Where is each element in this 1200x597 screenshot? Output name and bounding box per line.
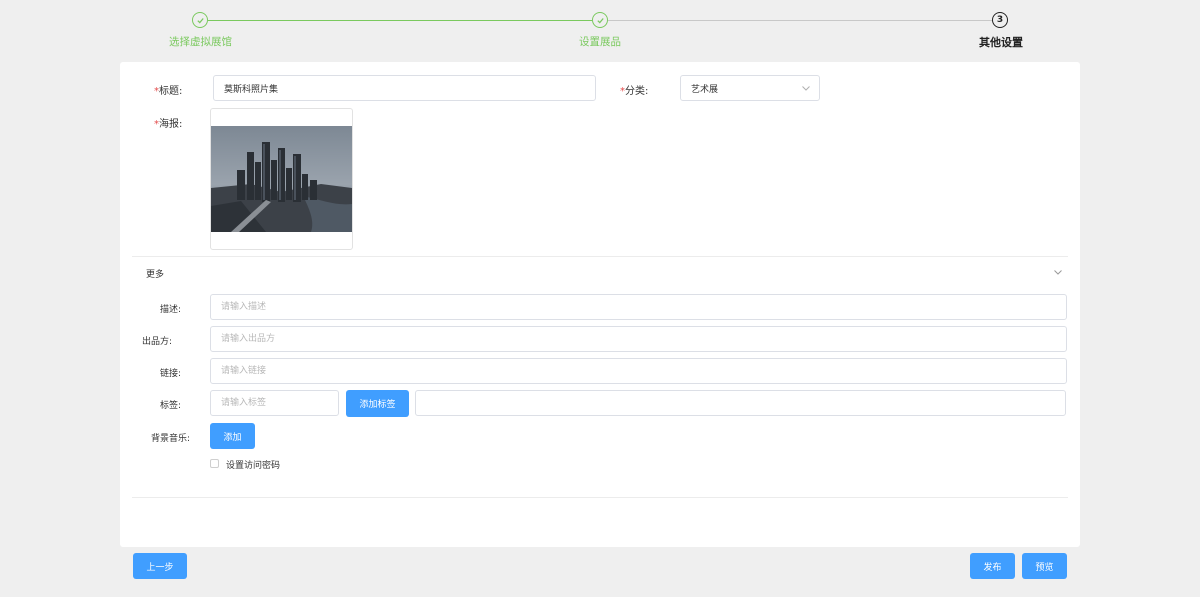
add-tag-button[interactable]: 添加标签 bbox=[346, 390, 409, 417]
poster-label: *海报: bbox=[154, 119, 183, 130]
description-input[interactable] bbox=[210, 294, 1067, 320]
steps-bar: 3 选择虚拟展馆 设置展品 其他设置 bbox=[0, 0, 1200, 55]
prev-step-button[interactable]: 上一步 bbox=[133, 553, 187, 579]
category-value: 艺术展 bbox=[691, 84, 719, 95]
chevron-down-icon bbox=[802, 85, 810, 91]
category-label: *分类: bbox=[620, 86, 649, 97]
step-1-label: 选择虚拟展馆 bbox=[169, 36, 232, 48]
settings-card: *标题: *分类: 艺术展 *海报: bbox=[120, 62, 1080, 547]
category-select[interactable]: 艺术展 bbox=[680, 75, 820, 101]
background-music-label: 背景音乐: bbox=[151, 434, 191, 444]
poster-image bbox=[211, 126, 352, 232]
step-3-label: 其他设置 bbox=[979, 36, 1023, 49]
step-2-check-icon bbox=[592, 12, 608, 28]
title-input[interactable] bbox=[213, 75, 596, 101]
step-connector-2 bbox=[608, 20, 992, 21]
poster-upload[interactable] bbox=[210, 108, 353, 250]
step-3-number: 3 bbox=[992, 12, 1008, 28]
add-music-button[interactable]: 添加 bbox=[210, 423, 255, 449]
step-1-check-icon bbox=[192, 12, 208, 28]
producer-input[interactable] bbox=[210, 326, 1067, 352]
link-label: 链接: bbox=[160, 369, 182, 379]
tag-label: 标签: bbox=[160, 401, 182, 411]
link-input[interactable] bbox=[210, 358, 1067, 384]
title-label: *标题: bbox=[154, 86, 183, 97]
producer-label: 出品方: bbox=[142, 337, 173, 347]
section-divider-top bbox=[132, 256, 1068, 257]
publish-button[interactable]: 发布 bbox=[970, 553, 1015, 579]
preview-button[interactable]: 预览 bbox=[1022, 553, 1067, 579]
tag-list bbox=[415, 390, 1066, 416]
password-checkbox-label[interactable]: 设置访问密码 bbox=[226, 458, 280, 471]
description-label: 描述: bbox=[160, 305, 182, 315]
more-section-header: 更多 bbox=[146, 270, 165, 280]
chevron-down-icon[interactable] bbox=[1054, 270, 1062, 275]
step-connector-1 bbox=[208, 20, 592, 21]
tag-input[interactable] bbox=[210, 390, 339, 416]
section-divider-bottom bbox=[132, 497, 1068, 498]
step-2-label: 设置展品 bbox=[579, 36, 621, 48]
password-checkbox[interactable] bbox=[210, 459, 219, 468]
